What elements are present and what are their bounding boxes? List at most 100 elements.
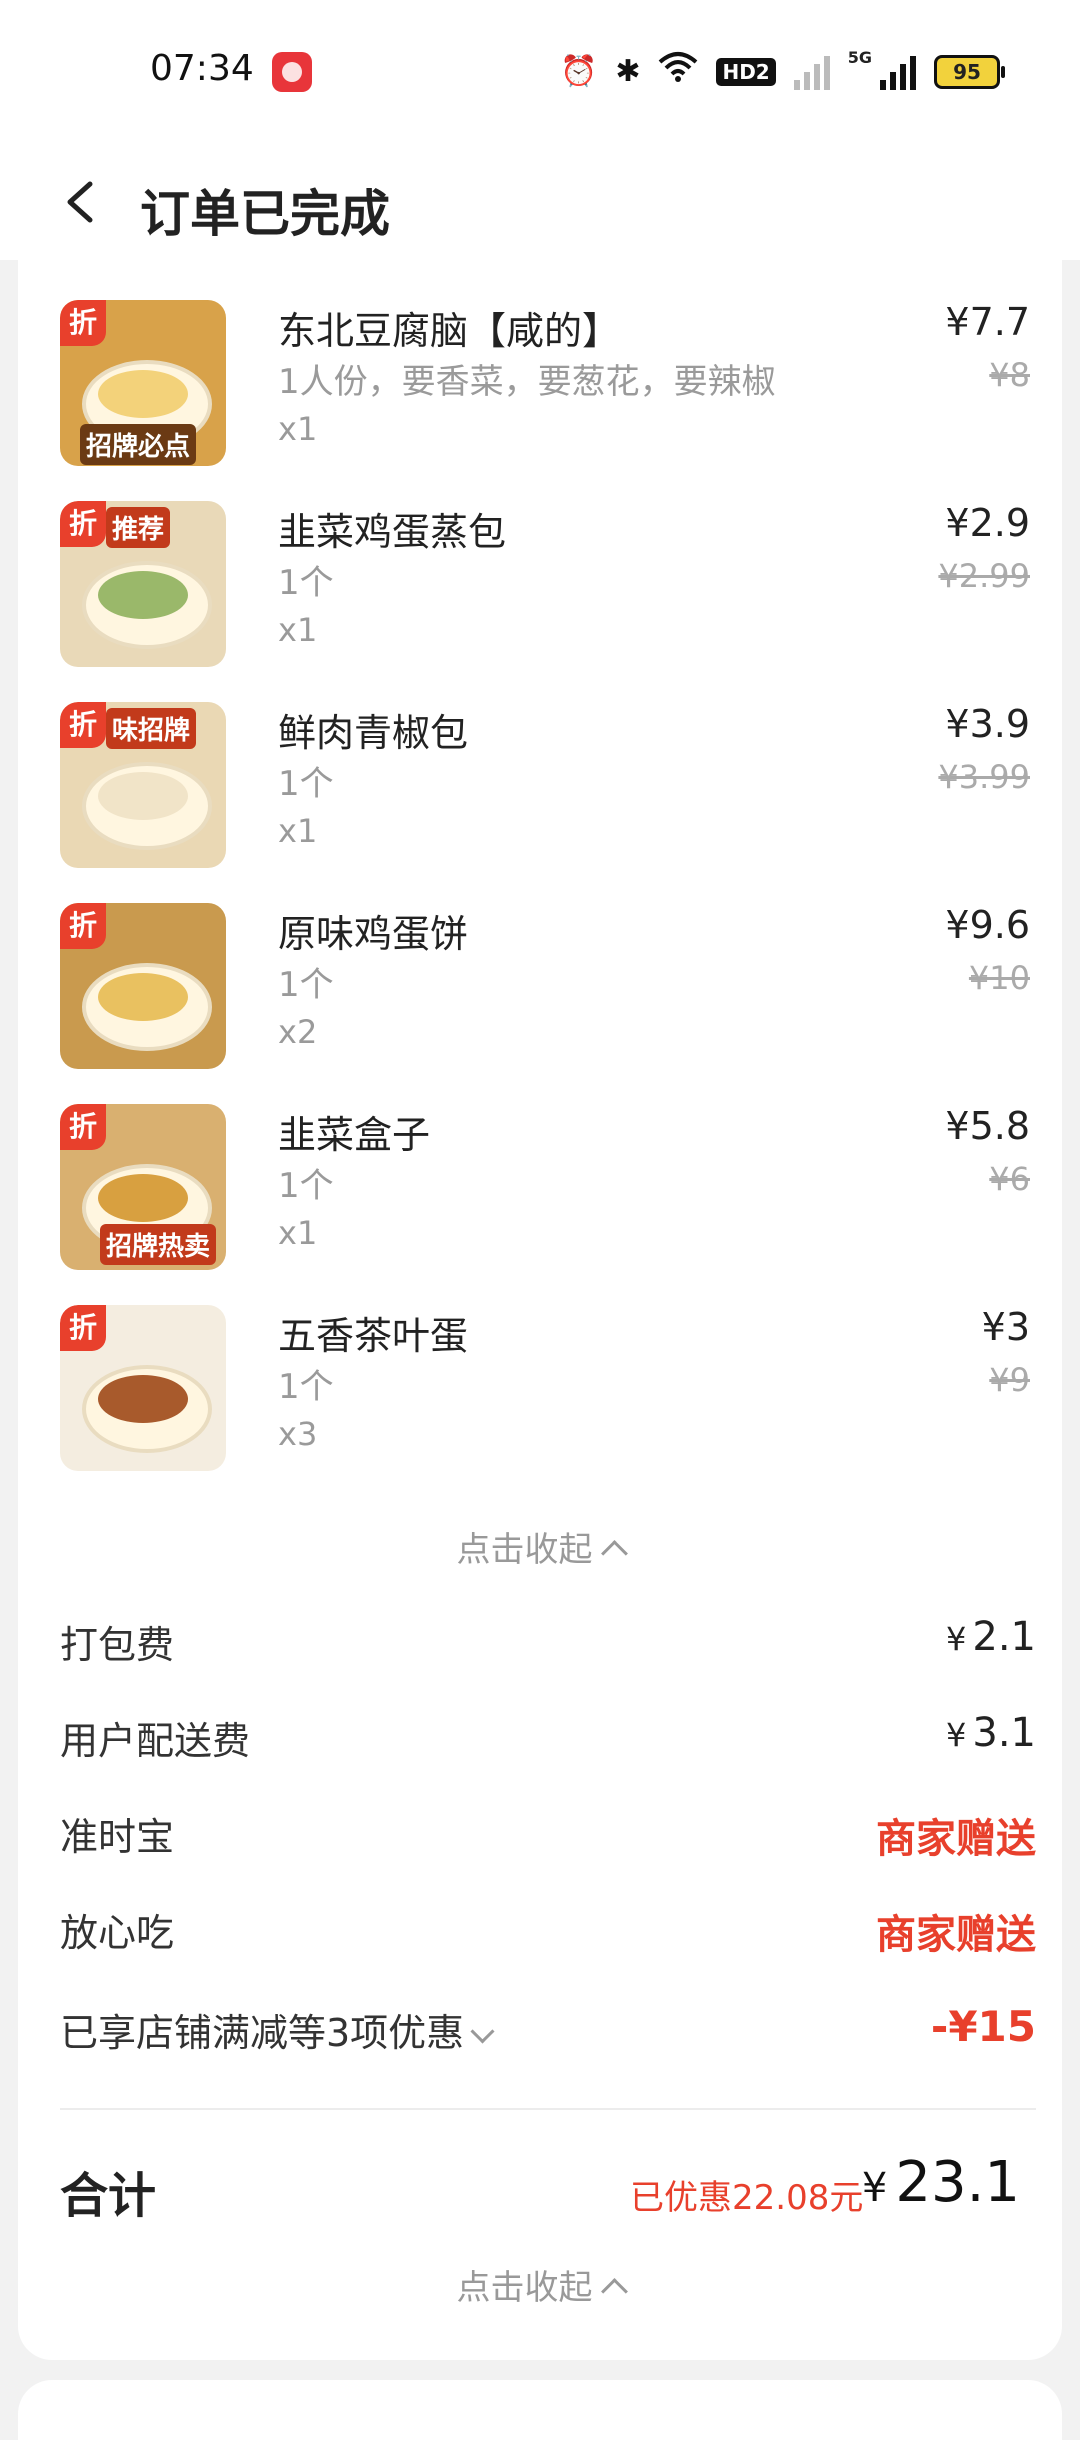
food-fill [98,1375,188,1423]
item-sticker: 味招牌 [106,708,197,749]
food-fill [98,973,188,1021]
order-item[interactable]: 折 味招牌 鲜肉青椒包 1个 x1 ¥3.9 ¥3.99 [60,702,1030,872]
nav-bar: 订单已完成 [0,140,1080,260]
food-fill [98,370,188,418]
order-item[interactable]: 折 五香茶叶蛋 1个 x3 ¥3 ¥9 [60,1305,1030,1475]
order-item[interactable]: 折 招牌热卖 韭菜盒子 1个 x1 ¥5.8 ¥6 [60,1104,1030,1274]
chevron-up-icon [600,2278,628,2305]
item-price: ¥3 [981,1305,1030,1349]
item-thumbnail: 折 招牌热卖 [60,1104,226,1270]
item-spec: 1个 [278,965,334,1005]
discount-badge: 折 [60,1305,106,1351]
item-quantity: x2 [278,1013,318,1051]
back-arrow-icon[interactable] [60,180,104,224]
order-card: 折 招牌必点 东北豆腐脑【咸的】 1人份，要香菜，要葱花，要辣椒 x1 ¥7.7… [18,260,1062,2360]
item-spec: 1个 [278,563,334,603]
packing-fee-value: ¥2.1 [946,1614,1036,1660]
item-name: 原味鸡蛋饼 [278,912,469,956]
total-value: ¥23.1 [862,2150,1020,2215]
discount-badge: 折 [60,702,106,748]
hd-badge: HD2 [716,57,776,86]
item-original-price: ¥6 [989,1160,1030,1198]
chevron-down-icon [470,2019,495,2044]
item-quantity: x3 [278,1415,318,1453]
item-original-price: ¥10 [968,959,1030,997]
discount-badge: 折 [60,903,106,949]
safe-eat-row: 放心吃 商家赠送 [60,1902,1036,1962]
item-name: 五香茶叶蛋 [278,1314,469,1358]
alarm-icon: ⏰ [559,53,598,89]
food-fill [98,1174,188,1222]
chevron-up-icon [600,1540,628,1567]
collapse-summary-button[interactable]: 点击收起 [18,2260,1062,2309]
delivery-fee-label: 用户配送费 [60,1719,251,1763]
item-thumbnail: 折 味招牌 [60,702,226,868]
packing-fee-row: 打包费 ¥2.1 [60,1614,1036,1674]
signal-weak-icon [793,54,830,90]
collapse-label: 点击收起 [456,1530,593,1570]
food-fill [98,772,188,820]
currency-symbol: ¥ [946,1716,967,1754]
collapse-items-button[interactable]: 点击收起 [18,1522,1062,1571]
battery-icon: 95 [934,54,1005,89]
discount-label[interactable]: 已享店铺满减等3项优惠 [60,2002,495,2057]
bluetooth-icon: ✱ [615,53,641,89]
item-quantity: x1 [278,410,318,448]
item-spec: 1个 [278,1367,334,1407]
item-thumbnail: 折 招牌必点 [60,300,226,466]
order-item[interactable]: 折 招牌必点 东北豆腐脑【咸的】 1人份，要香菜，要葱花，要辣椒 x1 ¥7.7… [60,300,1030,470]
item-name: 东北豆腐脑【咸的】 [278,309,621,353]
order-item[interactable]: 折 推荐 韭菜鸡蛋蒸包 1个 x1 ¥2.9 ¥2.99 [60,501,1030,671]
total-amount: 23.1 [895,2150,1020,2215]
packing-fee-label: 打包费 [60,1623,175,1667]
item-original-price: ¥2.99 [938,557,1030,595]
delivery-fee-value: ¥3.1 [946,1710,1036,1756]
discount-row[interactable]: 已享店铺满减等3项优惠 -¥15 [60,2002,1036,2062]
discount-badge: 折 [60,501,106,547]
safe-eat-label: 放心吃 [60,1911,175,1955]
item-original-price: ¥9 [989,1361,1030,1399]
wifi-icon [658,50,698,93]
item-price: ¥2.9 [945,501,1030,545]
item-quantity: x1 [278,611,318,649]
collapse-label: 点击收起 [456,2268,593,2308]
safe-eat-value: 商家赠送 [876,1912,1036,1958]
item-name: 鲜肉青椒包 [278,711,469,755]
item-sticker: 招牌必点 [80,424,197,465]
item-thumbnail: 折 推荐 [60,501,226,667]
packing-fee-amount: 2.1 [972,1614,1036,1660]
item-price: ¥9.6 [945,903,1030,947]
status-icons: ⏰ ✱ HD2 5G 95 [559,48,1005,93]
item-name: 韭菜鸡蛋蒸包 [278,510,507,554]
item-quantity: x1 [278,812,318,850]
item-price: ¥7.7 [945,300,1030,344]
discount-badge: 折 [60,300,106,346]
delivery-fee-row: 用户配送费 ¥3.1 [60,1710,1036,1770]
ontime-row: 准时宝 商家赠送 [60,1806,1036,1866]
ontime-label: 准时宝 [60,1815,175,1859]
item-thumbnail: 折 [60,903,226,1069]
signal-icon [880,54,916,90]
item-spec: 1人份，要香菜，要葱花，要辣椒 [278,362,776,402]
currency-symbol: ¥ [946,1620,967,1658]
ontime-value: 商家赠送 [876,1816,1036,1862]
item-thumbnail: 折 [60,1305,226,1471]
order-item[interactable]: 折 原味鸡蛋饼 1个 x2 ¥9.6 ¥10 [60,903,1030,1073]
discount-value: -¥15 [930,2002,1036,2051]
item-quantity: x1 [278,1214,318,1252]
item-sticker: 招牌热卖 [100,1224,217,1265]
next-card [18,2380,1062,2440]
item-price: ¥3.9 [945,702,1030,746]
app-notification-icon [272,52,312,92]
saved-amount: 已优惠22.08元 [630,2178,864,2218]
item-price: ¥5.8 [945,1104,1030,1148]
divider [60,2108,1036,2110]
status-time: 07:34 [150,48,254,89]
total-label: 合计 [60,2168,157,2224]
item-spec: 1个 [278,764,334,804]
item-sticker: 推荐 [106,507,171,548]
page-title: 订单已完成 [140,185,390,243]
discount-badge: 折 [60,1104,106,1150]
item-original-price: ¥8 [989,356,1030,394]
delivery-fee-amount: 3.1 [972,1710,1036,1756]
